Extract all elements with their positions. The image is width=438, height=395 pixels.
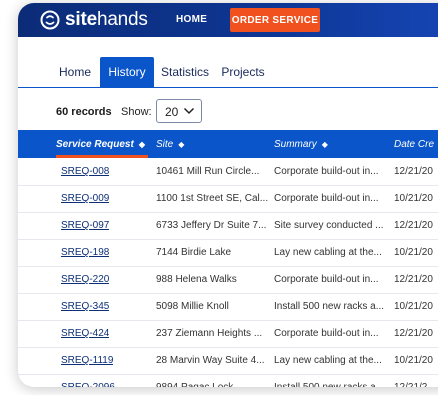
page-size-value: 20 — [165, 105, 179, 119]
date-cell: 10/21/20 — [394, 193, 433, 204]
date-cell: 12/21/20 — [394, 166, 433, 177]
site-cell: 5098 Millie Knoll — [156, 301, 229, 312]
summary-cell: Site survey conducted ... — [274, 220, 384, 231]
record-count: 60 records — [56, 106, 112, 118]
tab-home[interactable]: Home — [56, 57, 94, 87]
top-navbar: sitehands HOME ORDER SERVICE — [18, 3, 438, 37]
service-request-link[interactable]: SREQ-345 — [61, 293, 109, 320]
summary-cell: Lay new cabling at the... — [274, 247, 382, 258]
date-cell: 12/21/20 — [394, 274, 433, 285]
summary-cell: Install 500 new racks a... — [274, 301, 385, 312]
table-row[interactable]: SREQ-097 6733 Jeffery Dr Suite 7... Site… — [18, 212, 438, 240]
table-header: Service Request ◆ Site ◆ Summary ◆ Date … — [18, 130, 438, 158]
service-request-link[interactable]: SREQ-009 — [61, 185, 109, 212]
sitehands-logo-icon — [40, 10, 60, 30]
sort-icon: ◆ — [178, 139, 185, 149]
column-site[interactable]: Site ◆ — [156, 130, 184, 158]
page-size-select[interactable]: 20 — [156, 99, 202, 123]
column-label: Site — [156, 138, 174, 150]
service-request-link[interactable]: SREQ-198 — [61, 239, 109, 266]
date-cell: 10/21/20 — [394, 301, 433, 312]
date-cell: 12/21/20 — [394, 220, 433, 231]
table-row[interactable]: SREQ-2096 9894 Pagac Lock Install 500 ne… — [18, 374, 438, 387]
service-request-link[interactable]: SREQ-424 — [61, 320, 109, 347]
table-row[interactable]: SREQ-424 237 Ziemann Heights ... Corpora… — [18, 320, 438, 348]
summary-cell: Corporate build-out in... — [274, 193, 379, 204]
column-summary[interactable]: Summary ◆ — [274, 130, 328, 158]
service-request-link[interactable]: SREQ-1119 — [61, 347, 113, 374]
date-cell: 12/21/20 — [394, 328, 433, 339]
summary-cell: Lay new cabling at the... — [274, 355, 382, 366]
tab-projects[interactable]: Projects — [218, 57, 268, 87]
brand-name-light: hands — [96, 9, 148, 30]
site-cell: 988 Helena Walks — [156, 274, 237, 285]
column-label: Date Cre — [394, 138, 435, 150]
nav-home-link[interactable]: HOME — [176, 14, 207, 25]
tab-history[interactable]: History — [100, 57, 154, 87]
service-request-link[interactable]: SREQ-220 — [61, 266, 109, 293]
site-cell: 1100 1st Street SE, Cal... — [156, 193, 269, 204]
site-cell: 7144 Birdie Lake — [156, 247, 232, 258]
summary-cell: Corporate build-out in... — [274, 328, 379, 339]
chevron-down-icon — [183, 107, 195, 115]
column-service-request[interactable]: Service Request ◆ — [56, 130, 145, 158]
date-cell: 10/21/20 — [394, 355, 433, 366]
brand-name: sitehands — [65, 9, 148, 31]
site-cell: 28 Marvin Way Suite 4... — [156, 355, 265, 366]
site-cell: 9894 Pagac Lock — [156, 374, 270, 387]
sort-icon: ◆ — [138, 139, 145, 149]
column-label: Service Request — [56, 138, 134, 150]
service-request-link[interactable]: SREQ-008 — [61, 158, 109, 185]
tab-statistics[interactable]: Statistics — [158, 57, 212, 87]
site-cell: 6733 Jeffery Dr Suite 7... — [156, 220, 267, 231]
table-row[interactable]: SREQ-1119 28 Marvin Way Suite 4... Lay n… — [18, 347, 438, 375]
summary-cell: Install 500 new racks a... — [274, 374, 390, 387]
date-cell: 10/21/20 — [394, 247, 433, 258]
date-cell: 12/21/2 — [394, 374, 434, 387]
table-row[interactable]: SREQ-345 5098 Millie Knoll Install 500 n… — [18, 293, 438, 321]
column-label: Summary — [274, 138, 317, 150]
summary-cell: Corporate build-out in... — [274, 166, 379, 177]
tab-bar: Home History Statistics Projects — [18, 57, 438, 88]
brand-logo[interactable]: sitehands — [40, 9, 148, 31]
site-cell: 237 Ziemann Heights ... — [156, 328, 263, 339]
app-window: sitehands HOME ORDER SERVICE Home Histor… — [18, 3, 438, 387]
table-row[interactable]: SREQ-198 7144 Birdie Lake Lay new cablin… — [18, 239, 438, 267]
show-label: Show: — [121, 106, 152, 118]
table-row[interactable]: SREQ-220 988 Helena Walks Corporate buil… — [18, 266, 438, 294]
table-row[interactable]: SREQ-008 10461 Mill Run Circle... Corpor… — [18, 158, 438, 186]
order-service-button[interactable]: ORDER SERVICE — [230, 8, 320, 32]
site-cell: 10461 Mill Run Circle... — [156, 166, 260, 177]
sort-icon: ◆ — [321, 139, 328, 149]
service-request-link[interactable]: SREQ-2096 — [61, 374, 115, 387]
table-row[interactable]: SREQ-009 1100 1st Street SE, Cal... Corp… — [18, 185, 438, 213]
summary-cell: Corporate build-out in... — [274, 274, 379, 285]
column-date-created[interactable]: Date Cre — [394, 130, 434, 158]
brand-name-bold: site — [65, 9, 97, 30]
service-request-link[interactable]: SREQ-097 — [61, 212, 109, 239]
